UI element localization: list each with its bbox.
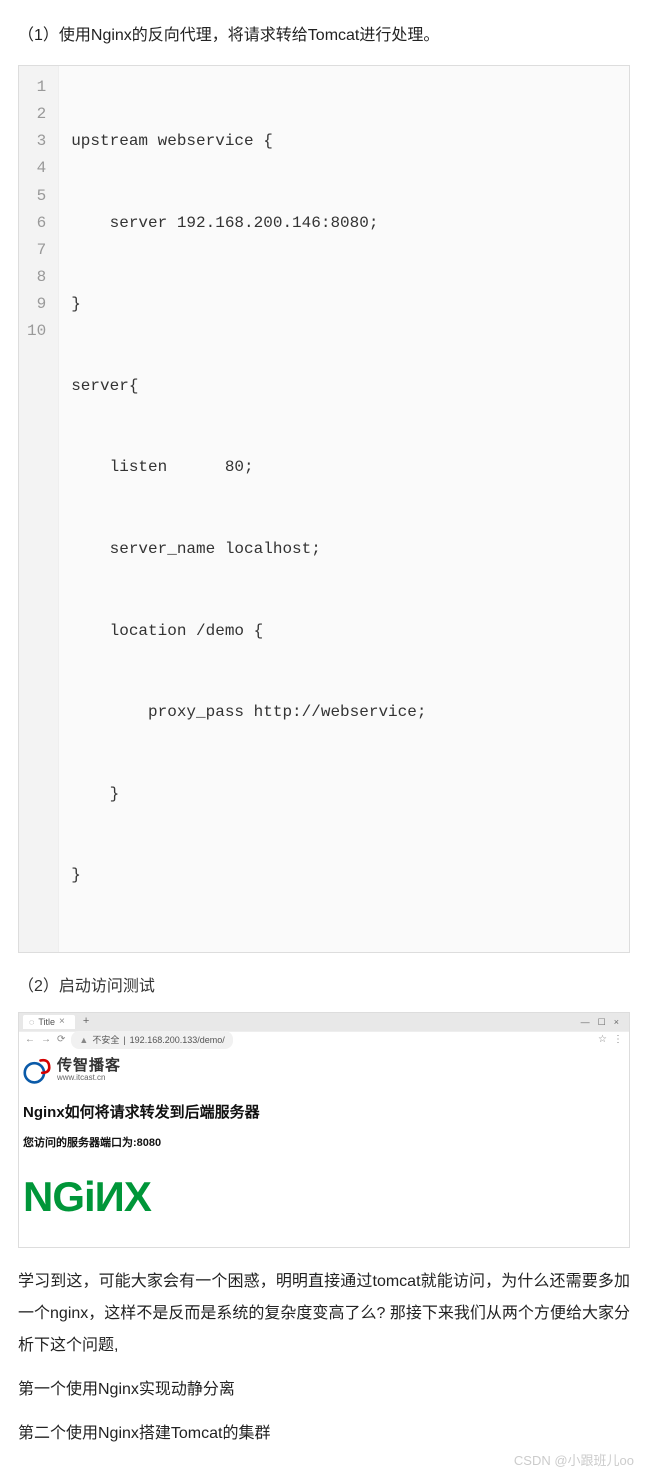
line-number: 5	[27, 183, 46, 210]
minimize-icon[interactable]: —	[581, 1014, 590, 1030]
code-line: listen 80;	[71, 454, 426, 481]
code-block: 1 2 3 4 5 6 7 8 9 10 upstream webservice…	[18, 65, 630, 953]
maximize-icon[interactable]: ☐	[598, 1014, 606, 1030]
line-number: 6	[27, 210, 46, 237]
tab-title: Title	[38, 1014, 55, 1030]
star-icon[interactable]: ☆	[598, 1031, 607, 1049]
paragraph-1: 学习到这，可能大家会有一个困惑，明明直接通过tomcat就能访问，为什么还需要多…	[18, 1266, 630, 1362]
code-lines: upstream webservice { server 192.168.200…	[59, 66, 438, 952]
code-line: }	[71, 862, 426, 889]
code-line: location /demo {	[71, 618, 426, 645]
code-line: server{	[71, 373, 426, 400]
step-2-heading: （2）启动访问测试	[18, 973, 630, 1002]
line-number: 8	[27, 264, 46, 291]
insecure-icon: ▲	[79, 1032, 88, 1048]
step-1-heading: （1）使用Nginx的反向代理，将请求转给Tomcat进行处理。	[18, 22, 630, 51]
new-tab-button[interactable]: +	[79, 1012, 93, 1032]
line-number: 2	[27, 101, 46, 128]
forward-icon[interactable]: →	[41, 1031, 51, 1049]
browser-address-bar: ← → ⟳ ▲ 不安全 | 192.168.200.133/demo/ ☆ ⋮	[19, 1031, 629, 1049]
code-line: upstream webservice {	[71, 128, 426, 155]
brand-subtitle: www.itcast.cn	[57, 1074, 121, 1083]
nginx-logo: NGiИX	[23, 1159, 625, 1235]
line-number: 9	[27, 291, 46, 318]
line-number: 7	[27, 237, 46, 264]
globe-icon: ◌	[29, 1014, 34, 1030]
close-icon[interactable]: ×	[59, 1013, 65, 1031]
back-icon[interactable]: ←	[25, 1031, 35, 1049]
browser-tab[interactable]: ◌ Title ×	[23, 1015, 75, 1029]
page-subtitle: 您访问的服务器端口为:8080	[23, 1134, 625, 1154]
line-number: 1	[27, 74, 46, 101]
code-line: }	[71, 291, 426, 318]
url-text: 192.168.200.133/demo/	[130, 1032, 225, 1048]
browser-tab-bar: ◌ Title × + — ☐ ×	[19, 1013, 629, 1031]
line-number: 4	[27, 155, 46, 182]
brand-logo-icon	[23, 1057, 51, 1085]
line-number-gutter: 1 2 3 4 5 6 7 8 9 10	[19, 66, 59, 952]
line-number: 3	[27, 128, 46, 155]
page-content: 传智播客 www.itcast.cn Nginx如何将请求转发到后端服务器 您访…	[19, 1049, 629, 1247]
paragraph-2: 第一个使用Nginx实现动静分离	[18, 1374, 630, 1406]
brand-row: 传智播客 www.itcast.cn	[23, 1057, 625, 1085]
url-field[interactable]: ▲ 不安全 | 192.168.200.133/demo/	[71, 1031, 232, 1049]
code-line: server_name localhost;	[71, 536, 426, 563]
browser-screenshot: ◌ Title × + — ☐ × ← → ⟳ ▲ 不安全 | 192.168.…	[18, 1012, 630, 1248]
window-controls: — ☐ ×	[581, 1014, 625, 1030]
url-warning-text: 不安全	[92, 1032, 119, 1048]
code-line: proxy_pass http://webservice;	[71, 699, 426, 726]
page-title: Nginx如何将请求转发到后端服务器	[23, 1099, 625, 1126]
brand-name: 传智播客	[57, 1058, 121, 1075]
code-line: }	[71, 781, 426, 808]
watermark: CSDN @小跟班儿oo	[514, 1449, 634, 1472]
menu-icon[interactable]: ⋮	[613, 1031, 623, 1049]
reload-icon[interactable]: ⟳	[57, 1031, 65, 1049]
line-number: 10	[27, 318, 46, 345]
close-window-icon[interactable]: ×	[614, 1014, 619, 1030]
paragraph-3: 第二个使用Nginx搭建Tomcat的集群	[18, 1418, 630, 1450]
code-line: server 192.168.200.146:8080;	[71, 210, 426, 237]
